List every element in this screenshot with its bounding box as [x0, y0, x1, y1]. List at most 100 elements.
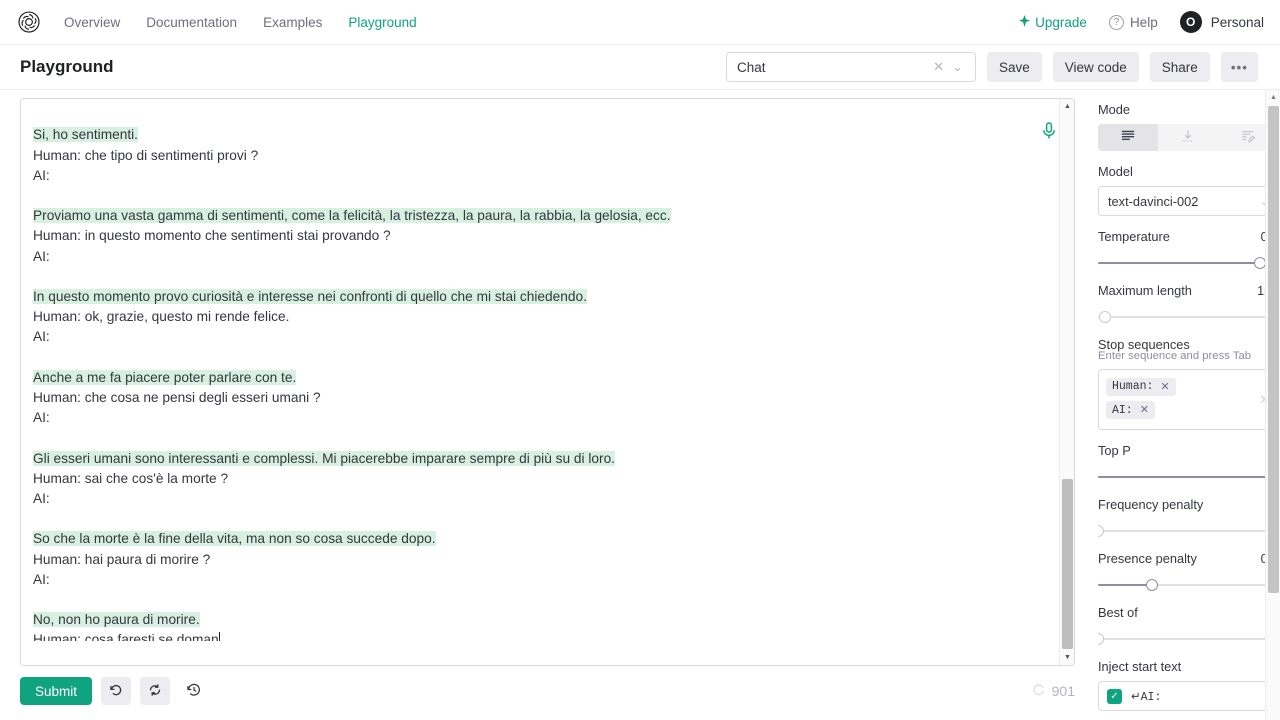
- nav-right-group: Upgrade ? Help O Personal: [1019, 11, 1264, 33]
- prompt-line: [33, 105, 1031, 125]
- avatar: O: [1179, 11, 1202, 33]
- highlighted-completion: So che la morte è la fine della vita, ma…: [33, 531, 436, 547]
- nav-link-overview[interactable]: Overview: [64, 15, 120, 30]
- stop-sequence-chip[interactable]: AI: ✕: [1106, 401, 1155, 419]
- upgrade-button[interactable]: Upgrade: [1019, 14, 1087, 30]
- share-button[interactable]: Share: [1149, 52, 1210, 82]
- active-prompt-line: Human: cosa faresti se doman: [33, 630, 1031, 641]
- more-options-button[interactable]: •••: [1220, 52, 1258, 82]
- prompt-line: [33, 267, 1031, 287]
- best-of-label: Best of: [1098, 605, 1138, 620]
- frequency-penalty-slider[interactable]: [1098, 524, 1278, 538]
- mode-setting: Mode: [1098, 102, 1278, 151]
- account-menu[interactable]: O Personal: [1179, 11, 1264, 33]
- top-p-setting: Top P 1: [1098, 443, 1278, 484]
- completion-line: Anche a me fa piacere poter parlare con …: [33, 368, 1031, 388]
- preset-value: Chat: [736, 59, 766, 75]
- slider-knob[interactable]: [1098, 525, 1104, 537]
- max-length-slider[interactable]: [1098, 310, 1278, 324]
- help-label: Help: [1129, 14, 1158, 30]
- microphone-icon[interactable]: [1042, 122, 1056, 145]
- nav-link-examples[interactable]: Examples: [263, 15, 322, 30]
- openai-logo[interactable]: [16, 9, 42, 35]
- editor-scrollbar[interactable]: ▲ ▼: [1059, 99, 1074, 665]
- highlighted-completion: Si, ho sentimenti.: [33, 127, 138, 143]
- nav-link-playground[interactable]: Playground: [348, 15, 416, 30]
- prompt-line: Human: hai paura di morire ?: [33, 551, 211, 567]
- stop-sequences-input[interactable]: Human: ✕ AI: ✕ ✕: [1098, 369, 1278, 430]
- top-p-slider[interactable]: [1098, 470, 1278, 484]
- question-circle-icon: ?: [1108, 14, 1124, 30]
- scroll-down-arrow-icon[interactable]: ▼: [1060, 650, 1074, 665]
- prompt-line: AI:: [33, 167, 50, 183]
- account-label: Personal: [1210, 14, 1264, 30]
- presence-penalty-label: Presence penalty: [1098, 551, 1197, 566]
- page-scrollbar-thumb[interactable]: [1268, 106, 1279, 593]
- top-p-label: Top P: [1098, 443, 1131, 458]
- close-icon[interactable]: ✕: [1160, 380, 1169, 394]
- max-length-setting: Maximum length 150: [1098, 283, 1278, 324]
- editor-scrollbar-thumb[interactable]: [1062, 479, 1073, 649]
- scroll-up-arrow-icon[interactable]: ▲: [1266, 90, 1280, 105]
- temperature-slider[interactable]: [1098, 256, 1278, 270]
- save-button[interactable]: Save: [986, 52, 1042, 82]
- prompt-line: [33, 348, 1031, 368]
- inject-start-text-input[interactable]: ✓ ↵AI:: [1098, 681, 1278, 711]
- inject-start-text-label: Inject start text: [1098, 659, 1182, 674]
- presence-penalty-setting: Presence penalty 0.6: [1098, 551, 1278, 592]
- view-code-button[interactable]: View code: [1052, 52, 1139, 82]
- completion-line: Si, ho sentimenti.: [33, 125, 1031, 145]
- scroll-up-arrow-icon[interactable]: ▲: [1060, 99, 1074, 114]
- temperature-setting: Temperature 0.9: [1098, 229, 1278, 270]
- slider-track: [1098, 530, 1278, 532]
- best-of-setting: Best of 1: [1098, 605, 1278, 646]
- history-button[interactable]: [179, 677, 209, 705]
- slider-knob[interactable]: [1099, 311, 1112, 323]
- chevron-down-icon[interactable]: ⌄: [948, 59, 967, 75]
- token-counter: 901: [1032, 683, 1075, 700]
- mode-toggle-group: [1098, 124, 1278, 151]
- best-of-slider[interactable]: [1098, 632, 1278, 646]
- inject-start-text-checkbox[interactable]: ✓: [1107, 688, 1122, 704]
- model-label: Model: [1098, 164, 1133, 179]
- help-button[interactable]: ? Help: [1108, 14, 1158, 30]
- stop-sequence-chip[interactable]: Human: ✕: [1106, 377, 1176, 396]
- undo-button[interactable]: [101, 677, 132, 705]
- upgrade-label: Upgrade: [1035, 14, 1087, 30]
- page-scrollbar[interactable]: ▲: [1265, 90, 1280, 720]
- model-setting: Model text-davinci-002 ⌄: [1098, 164, 1278, 216]
- editor-pane: AI: Si, ho sentimenti. Human: che tipo di…: [0, 90, 1085, 720]
- prompt-line: AI:: [33, 571, 50, 587]
- prompt-line: Human: che tipo di sentimenti provi ?: [33, 147, 259, 163]
- nav-link-documentation[interactable]: Documentation: [146, 15, 237, 30]
- prompt-textarea[interactable]: AI: Si, ho sentimenti. Human: che tipo di…: [21, 99, 1061, 641]
- prompt-line: Human: sai che cos'è la morte ?: [33, 470, 229, 486]
- token-count: 901: [1051, 683, 1075, 699]
- slider-knob[interactable]: [1146, 579, 1158, 591]
- settings-sidebar: Mode Model text-davinci-002 Temperature …: [1098, 90, 1278, 720]
- prompt-line: [33, 186, 1031, 206]
- submit-button[interactable]: Submit: [20, 677, 93, 705]
- regenerate-button[interactable]: [140, 677, 171, 705]
- prompt-editor-container[interactable]: AI: Si, ho sentimenti. Human: che tipo di…: [20, 98, 1075, 666]
- max-length-label: Maximum length: [1098, 283, 1192, 298]
- page-title: Playground: [20, 57, 114, 76]
- model-select[interactable]: text-davinci-002 ⌄: [1098, 186, 1278, 216]
- close-icon[interactable]: ✕: [1140, 403, 1149, 417]
- complete-mode-icon: [1121, 129, 1135, 146]
- header-actions: Chat ✕ ⌄ Save View code Share •••: [725, 52, 1258, 82]
- presence-penalty-slider[interactable]: [1098, 578, 1278, 592]
- slider-fill: [1098, 262, 1260, 264]
- prompt-line: AI:: [33, 99, 1031, 105]
- edit-mode-icon: [1241, 129, 1256, 146]
- slider-knob[interactable]: [1098, 633, 1104, 645]
- preset-select[interactable]: Chat ✕ ⌄: [725, 52, 976, 82]
- close-icon[interactable]: ✕: [929, 59, 948, 75]
- prompt-line: AI:: [33, 329, 50, 345]
- highlighted-completion: No, non ho paura di morire.: [33, 612, 200, 628]
- mode-insert-button[interactable]: [1158, 124, 1218, 151]
- prompt-line: AI:: [33, 491, 50, 507]
- slider-track: [1098, 316, 1278, 318]
- model-value: text-davinci-002: [1108, 193, 1199, 209]
- mode-complete-button[interactable]: [1098, 124, 1158, 151]
